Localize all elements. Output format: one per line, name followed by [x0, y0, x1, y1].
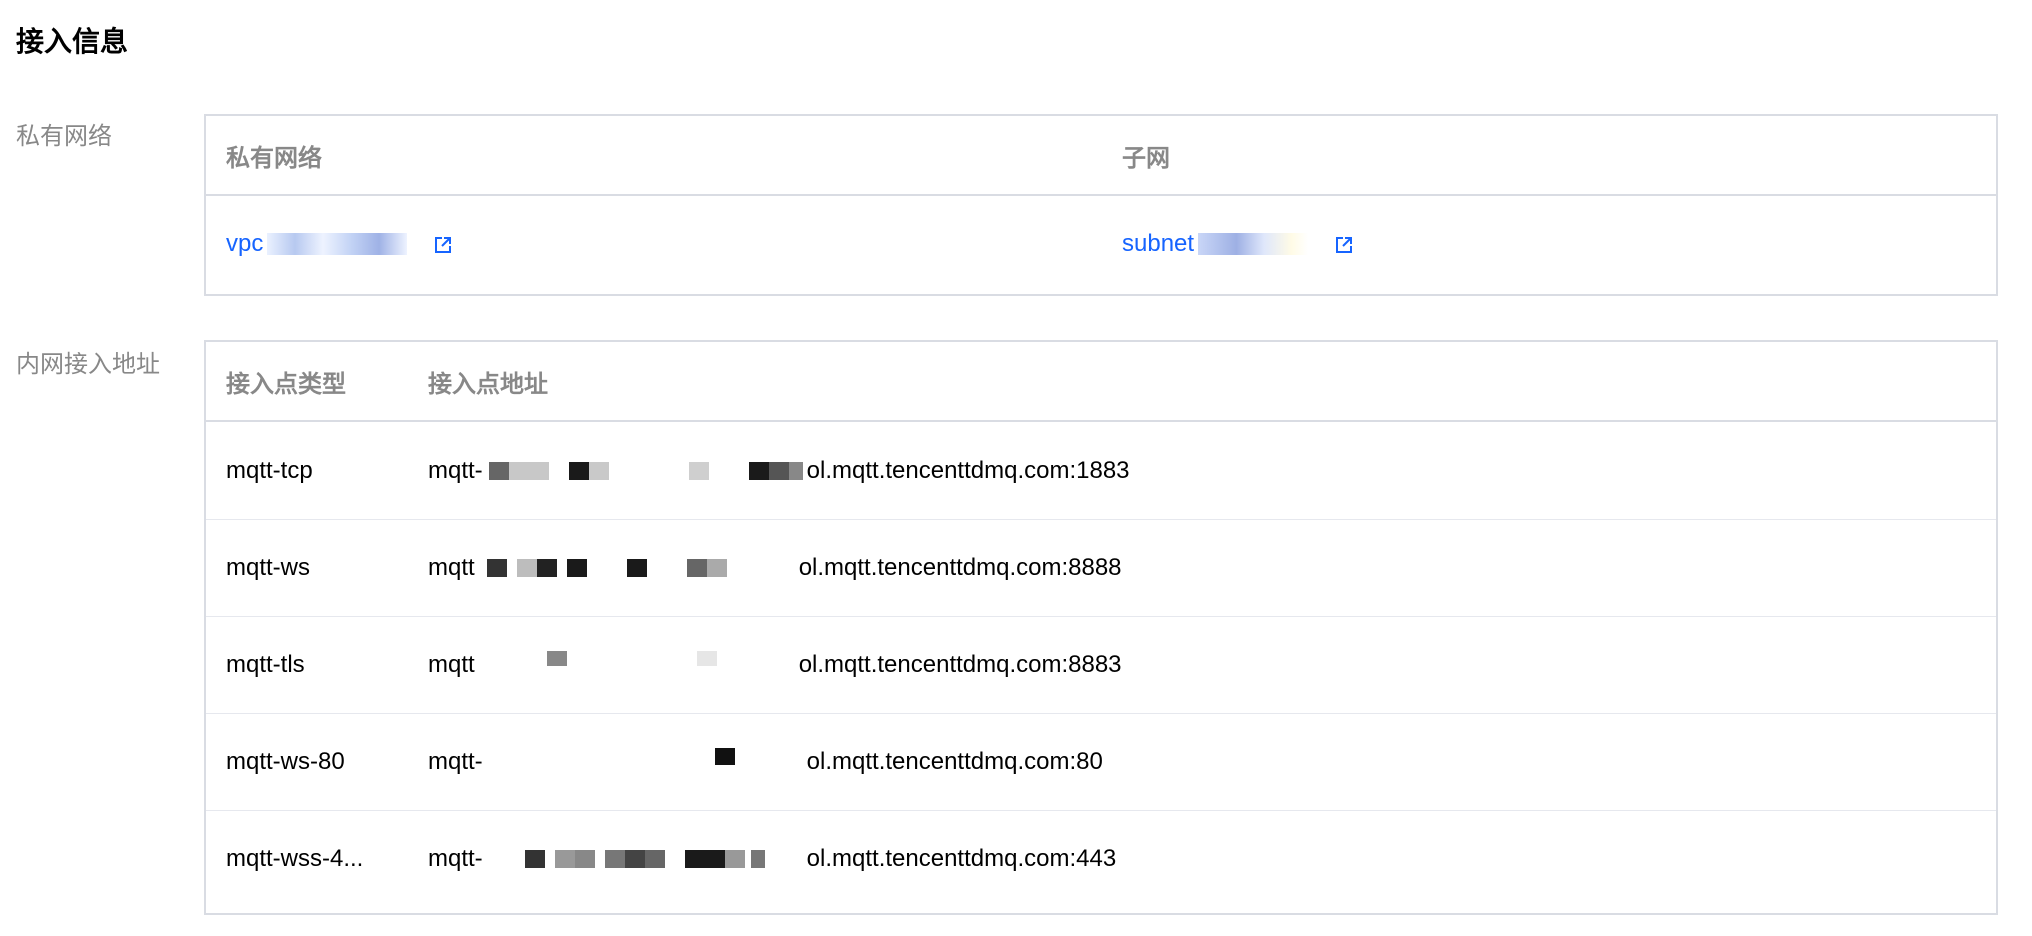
header-endpoint-type: 接入点类型 — [226, 369, 346, 398]
endpoint-address[interactable]: mqtt- ol.mqtt.tencenttdmq.com:1883 — [408, 456, 1996, 485]
endpoint-table: 接入点类型 接入点地址 mqtt-tcp mqtt- ol.mqtt.tence… — [204, 340, 1998, 915]
redacted-mask — [477, 559, 797, 578]
vpc-field-label: 私有网络 — [16, 122, 112, 150]
endpoint-address[interactable]: mqtt- ol.mqtt.tencenttdmq.com:443 — [408, 845, 1996, 874]
vpc-table: 私有网络 子网 vpc subnet — [204, 114, 1998, 296]
header-vpc: 私有网络 — [226, 143, 322, 172]
table-row: mqtt-tcp mqtt- ol.mqtt.tencenttdmq.com:1… — [206, 422, 1996, 519]
endpoint-field-label: 内网接入地址 — [16, 350, 160, 378]
endpoint-address[interactable]: mqtt ol.mqtt.tencenttdmq.com:8883 — [408, 650, 1996, 680]
vpc-link-text: vpc — [226, 230, 264, 257]
section-title: 接入信息 — [16, 25, 129, 58]
external-link-icon[interactable] — [1335, 236, 1353, 254]
endpoint-address[interactable]: mqtt ol.mqtt.tencenttdmq.com:8888 — [408, 554, 1996, 583]
subnet-link-text: subnet — [1122, 230, 1195, 257]
vpc-cell: vpc — [206, 230, 1102, 258]
endpoint-table-header: 接入点类型 接入点地址 — [206, 342, 1996, 422]
endpoint-type: mqtt-tls — [226, 651, 305, 678]
redacted-mask — [477, 650, 797, 674]
table-row: mqtt-ws mqtt ol.mqtt.tencenttdmq.com:888… — [206, 519, 1996, 616]
external-link-icon[interactable] — [434, 236, 452, 254]
endpoint-address[interactable]: mqtt- ol.mqtt.tencenttdmq.com:80 — [408, 747, 1996, 777]
table-row: mqtt-wss-4... mqtt- ol.mqtt.tencenttdmq.… — [206, 810, 1996, 907]
endpoint-type: mqtt-ws — [226, 554, 310, 581]
redacted-mask — [485, 850, 805, 869]
endpoint-type: mqtt-tcp — [226, 456, 313, 484]
endpoint-type: mqtt-wss-4... — [226, 845, 364, 872]
header-endpoint-address: 接入点地址 — [428, 369, 548, 398]
header-subnet: 子网 — [1122, 143, 1170, 172]
table-row: mqtt-tls mqtt ol.mqtt.tencenttdmq.com:88… — [206, 616, 1996, 713]
vpc-table-header: 私有网络 子网 — [206, 116, 1996, 196]
endpoint-type: mqtt-ws-80 — [226, 748, 345, 775]
redacted-mask — [1198, 233, 1309, 255]
redacted-mask — [485, 747, 805, 771]
table-row: mqtt-ws-80 mqtt- ol.mqtt.tencenttdmq.com… — [206, 713, 1996, 810]
vpc-link[interactable]: vpc — [226, 230, 411, 258]
redacted-mask — [485, 461, 805, 480]
vpc-table-row: vpc subnet — [206, 196, 1996, 292]
redacted-mask — [267, 233, 408, 255]
subnet-cell: subnet — [1102, 230, 1996, 258]
subnet-link[interactable]: subnet — [1122, 230, 1312, 258]
